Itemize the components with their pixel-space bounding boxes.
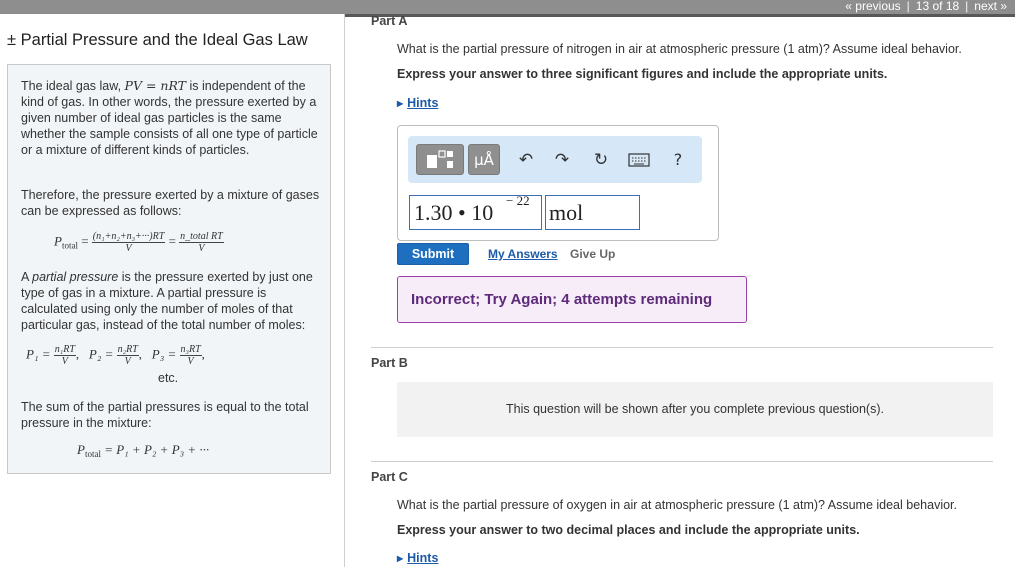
- intro-paragraph-2: Therefore, the pressure exerted by a mix…: [21, 188, 320, 218]
- top-rule: [345, 14, 1015, 17]
- part-c-instruction: Express your answer to two decimal place…: [397, 523, 860, 537]
- part-c-hints-link[interactable]: ▶ Hints: [397, 551, 438, 565]
- undo-icon[interactable]: ↶: [514, 144, 538, 175]
- partial-pressure-equations: P₁ = n₁RT V, P₂ = n₂RT V, P₃ = n₃RT V,: [26, 344, 205, 367]
- intro-paragraph-4: The sum of the partial pressures is equa…: [21, 400, 309, 430]
- total-pressure-equation: Ptotal = (n₁+n₂+n₃+···)RT V = n_total RT V: [54, 231, 224, 254]
- part-a-instruction: Express your answer to three significant…: [397, 67, 888, 81]
- answer-box: μÅ ↶ ↷ ↻ ? 1.30 • 10 − 22 mol: [397, 125, 719, 241]
- templates-button[interactable]: [416, 144, 464, 175]
- give-up-link[interactable]: Give Up: [570, 247, 615, 261]
- reset-icon[interactable]: ↻: [589, 144, 613, 175]
- answer-toolbar: μÅ ↶ ↷ ↻ ?: [408, 136, 702, 183]
- submit-button[interactable]: Submit: [397, 243, 469, 265]
- my-answers-link[interactable]: My Answers: [488, 247, 558, 261]
- intro-panel: The ideal gas law, PV = nRT is independe…: [7, 64, 331, 474]
- intro-paragraph-1: The ideal gas law, PV = nRT is independe…: [21, 78, 318, 157]
- question-position: 13 of 18: [915, 0, 960, 13]
- triangle-right-icon: ▶: [397, 99, 404, 108]
- page-title: ± Partial Pressure and the Ideal Gas Law: [7, 31, 308, 49]
- part-separator: [371, 461, 993, 462]
- part-b-label: Part B: [371, 356, 408, 370]
- templates-icon: [427, 149, 453, 168]
- answer-value-input[interactable]: 1.30 • 10 − 22: [409, 193, 542, 230]
- ideal-gas-law-equation: PV = nRT: [124, 78, 186, 93]
- units-button[interactable]: μÅ: [468, 144, 500, 175]
- answer-exponent[interactable]: − 22: [506, 184, 530, 218]
- part-separator: [371, 347, 993, 348]
- sum-of-partial-pressures-equation: Ptotal = P₁ + P₂ + P₃ + ···: [77, 442, 210, 459]
- nav-separator: |: [965, 0, 969, 13]
- answer-unit-input[interactable]: mol: [545, 195, 640, 230]
- part-a-hints-link[interactable]: ▶ Hints: [397, 96, 438, 110]
- triangle-right-icon: ▶: [397, 554, 404, 563]
- intro-paragraph-3: A partial pressure is the pressure exert…: [21, 270, 313, 332]
- redo-icon[interactable]: ↷: [550, 144, 574, 175]
- part-b-locked-message: This question will be shown after you co…: [397, 382, 993, 437]
- previous-link[interactable]: « previous: [845, 0, 900, 13]
- part-c-label: Part C: [371, 470, 408, 484]
- part-a-question: What is the partial pressure of nitrogen…: [397, 42, 962, 56]
- nav-separator: |: [906, 0, 910, 13]
- question-nav: « previous | 13 of 18 | next »: [845, 0, 1007, 13]
- part-c-question: What is the partial pressure of oxygen i…: [397, 498, 957, 512]
- next-link[interactable]: next »: [974, 0, 1007, 13]
- keyboard-icon[interactable]: [627, 144, 651, 175]
- help-icon[interactable]: ?: [666, 144, 690, 175]
- column-divider: [344, 14, 345, 567]
- feedback-message: Incorrect; Try Again; 4 attempts remaini…: [397, 276, 747, 323]
- etc-label: etc.: [158, 371, 179, 385]
- part-a-label: Part A: [371, 14, 408, 28]
